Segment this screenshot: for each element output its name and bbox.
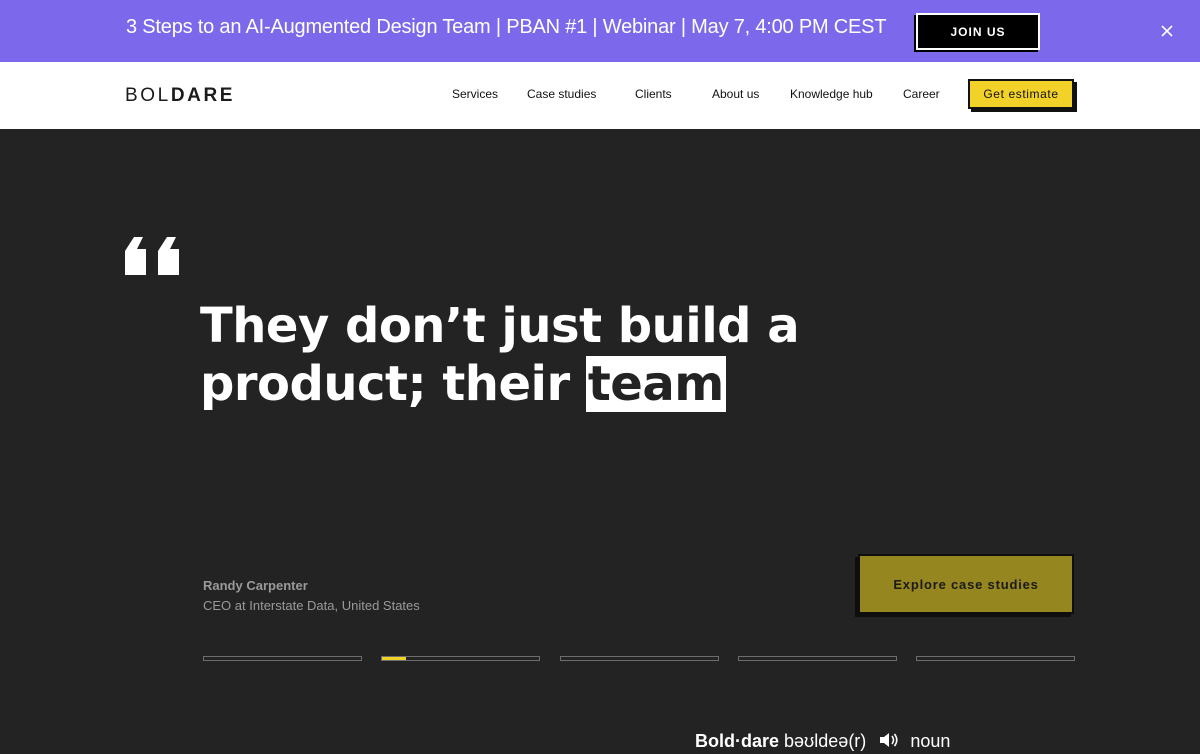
boldare-logo[interactable]: BOLDARE: [125, 85, 235, 107]
nav-case-studies[interactable]: Case studies: [527, 87, 596, 101]
quote-line-2: product; their: [200, 356, 586, 412]
slide-indicator-5[interactable]: [916, 656, 1075, 661]
quote-highlight: team: [585, 356, 726, 412]
slide-indicator-2[interactable]: [381, 656, 540, 661]
logo-light: BOL: [125, 85, 171, 106]
site-header: BOLDARE Services Case studies Clients Ab…: [0, 62, 1200, 129]
explore-case-studies-button[interactable]: Explore case studies: [858, 554, 1074, 614]
join-us-button[interactable]: JOIN US: [916, 13, 1040, 50]
slide-indicator-3[interactable]: [560, 656, 719, 661]
author-name: Randy Carpenter: [203, 578, 308, 593]
nav-career[interactable]: Career: [903, 87, 940, 101]
slide-progress-fill: [382, 657, 406, 660]
nav-clients[interactable]: Clients: [635, 87, 672, 101]
testimonial-hero: They don’t just build a product; their te…: [0, 129, 1200, 751]
announcement-bar: 3 Steps to an AI-Augmented Design Team |…: [0, 0, 1200, 62]
logo-bold: DARE: [170, 85, 236, 106]
announcement-text[interactable]: 3 Steps to an AI-Augmented Design Team |…: [126, 16, 887, 39]
get-estimate-button[interactable]: Get estimate: [968, 79, 1074, 109]
slide-indicator-1[interactable]: [203, 656, 362, 661]
nav-services[interactable]: Services: [452, 87, 498, 101]
quote-line-1: They don’t just build a: [200, 298, 800, 354]
nav-about-us[interactable]: About us: [712, 87, 759, 101]
definition-phonetic: bəʊldeə(r): [784, 731, 867, 751]
close-icon[interactable]: [1160, 24, 1174, 38]
definition-part-of-speech: noun: [910, 731, 951, 751]
author-role: CEO at Interstate Data, United States: [203, 598, 420, 613]
brand-definition: Bold·dare bəʊldeə(r) noun: [695, 731, 950, 754]
quote-icon: [125, 237, 179, 280]
quote-container: They don’t just build a product; their te…: [200, 297, 840, 419]
nav-knowledge-hub[interactable]: Knowledge hub: [790, 87, 873, 101]
speaker-icon[interactable]: [879, 731, 899, 754]
slide-indicator-4[interactable]: [738, 656, 897, 661]
definition-word: Bold·dare: [695, 731, 780, 751]
testimonial-quote: They don’t just build a product; their te…: [200, 297, 840, 413]
